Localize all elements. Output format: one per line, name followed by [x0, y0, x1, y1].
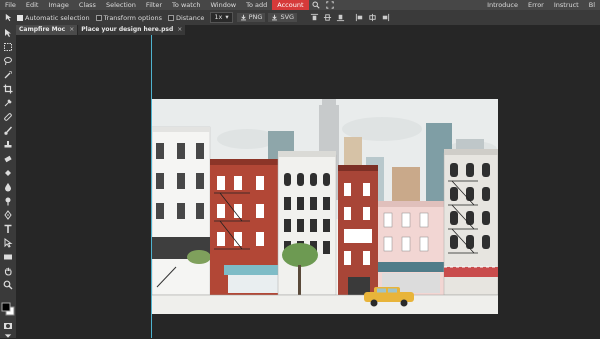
shape-tool-icon[interactable]	[3, 252, 13, 262]
zoom-value: 1x	[214, 13, 223, 21]
eyedropper-tool-icon[interactable]	[3, 98, 13, 108]
menu-image[interactable]: Image	[43, 0, 73, 10]
menu-edit[interactable]: Edit	[21, 0, 44, 10]
menu-to-watch[interactable]: To watch	[167, 0, 205, 10]
png-label: PNG	[248, 13, 263, 21]
options-bar: Automatic selection Transform options Di…	[0, 10, 600, 26]
marquee-tool-icon[interactable]	[3, 42, 13, 52]
auto-select-checkbox[interactable]	[17, 14, 23, 21]
close-icon[interactable]: ×	[69, 25, 74, 35]
menu-bl[interactable]: Bl	[584, 0, 600, 10]
eraser-tool-icon[interactable]	[3, 154, 13, 164]
svg-label: SVG	[280, 13, 295, 21]
align-bottom-icon[interactable]	[336, 13, 345, 22]
close-icon[interactable]: ×	[177, 25, 182, 35]
document-tabs: Campfire Moc × Place your design here.ps…	[16, 25, 600, 35]
white-ornate-building	[277, 151, 337, 296]
menu-error[interactable]: Error	[523, 0, 549, 10]
fill-tool-icon[interactable]	[3, 168, 13, 178]
brush-tool-icon[interactable]	[3, 126, 13, 136]
menu-to-add[interactable]: To add	[241, 0, 272, 10]
chevron-down-icon[interactable]	[4, 333, 12, 339]
move-tool-icon[interactable]	[3, 28, 13, 38]
tab-campfire-mockup[interactable]: Campfire Moc ×	[16, 25, 78, 35]
distance-option[interactable]: Distance	[167, 13, 205, 22]
quick-mask-icon[interactable]	[3, 321, 13, 331]
tab-label: Place your design here.psd	[81, 26, 174, 33]
export-png-button[interactable]: PNG	[236, 13, 266, 22]
download-icon	[240, 14, 246, 21]
white-building-left	[152, 126, 211, 296]
align-right-icon[interactable]	[381, 13, 390, 22]
chevron-down-icon: ▾	[225, 13, 229, 21]
auto-select-label: Automatic selection	[25, 13, 90, 22]
align-left-icon[interactable]	[355, 13, 364, 22]
grey-building-right	[443, 149, 498, 296]
red-narrow-building	[338, 165, 378, 295]
menu-window[interactable]: Window	[205, 0, 241, 10]
type-tool-icon[interactable]	[3, 224, 13, 234]
fullscreen-icon[interactable]	[325, 1, 334, 9]
zoom-select[interactable]: 1x ▾	[210, 12, 233, 23]
red-brick-building	[210, 159, 286, 295]
magic-wand-icon[interactable]	[3, 70, 13, 80]
menu-introduce[interactable]: Introduce	[482, 0, 523, 10]
stamp-tool-icon[interactable]	[3, 140, 13, 150]
lasso-tool-icon[interactable]	[3, 56, 13, 66]
canvas-artwork[interactable]	[152, 99, 498, 314]
color-swatches[interactable]	[1, 302, 15, 316]
menu-account[interactable]: Account	[272, 0, 309, 10]
tools-panel	[0, 25, 16, 338]
hand-tool-icon[interactable]	[3, 266, 13, 276]
align-top-icon[interactable]	[310, 13, 319, 22]
transform-label: Transform options	[103, 13, 162, 22]
download-icon	[272, 14, 278, 21]
healing-tool-icon[interactable]	[3, 112, 13, 122]
sidewalk	[152, 295, 498, 314]
zoom-tool-icon[interactable]	[3, 280, 13, 290]
auto-select-option[interactable]: Automatic selection	[17, 14, 90, 22]
transform-checkbox[interactable]	[95, 14, 102, 21]
crop-tool-icon[interactable]	[3, 84, 13, 94]
distance-checkbox[interactable]	[167, 14, 174, 21]
menu-file[interactable]: File	[0, 0, 21, 10]
align-middle-icon[interactable]	[323, 13, 332, 22]
menu-class[interactable]: Class	[74, 0, 101, 10]
menu-right-group: Introduce Error Instruct Bl	[482, 0, 600, 10]
align-center-icon[interactable]	[368, 13, 377, 22]
tab-label: Campfire Moc	[19, 26, 66, 33]
move-tool-icon	[5, 13, 12, 22]
path-select-tool-icon[interactable]	[3, 238, 13, 248]
menu-filter[interactable]: Filter	[141, 0, 167, 10]
pen-tool-icon[interactable]	[3, 210, 13, 220]
dodge-tool-icon[interactable]	[3, 196, 13, 206]
menubar: File Edit Image Class Selection Filter T…	[0, 0, 600, 10]
export-svg-button[interactable]: SVG	[268, 13, 298, 22]
blur-tool-icon[interactable]	[3, 182, 13, 192]
pink-building	[378, 201, 444, 295]
distance-label: Distance	[175, 13, 205, 22]
search-icon[interactable]	[312, 1, 320, 9]
menu-instruct[interactable]: Instruct	[549, 0, 584, 10]
tab-place-design[interactable]: Place your design here.psd ×	[78, 25, 186, 35]
menu-selection[interactable]: Selection	[101, 0, 141, 10]
transform-option[interactable]: Transform options	[95, 13, 162, 22]
